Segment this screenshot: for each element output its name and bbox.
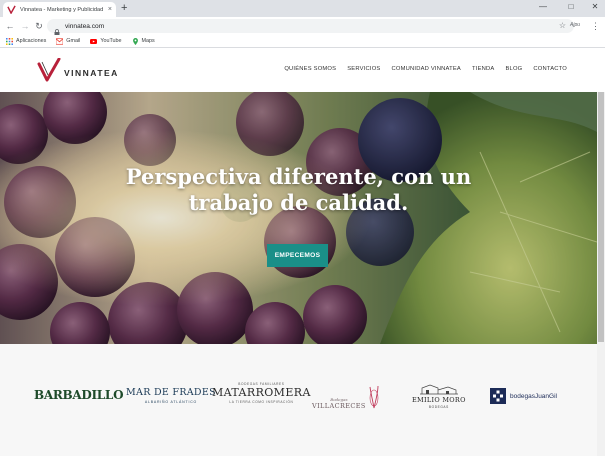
browser-tab-active[interactable]: Vinnatea - Marketing y Publicidad × [3, 2, 116, 17]
bookmark-youtube[interactable]: YouTube [90, 38, 122, 45]
hero-title-line-2: trabajo de calidad. [188, 190, 409, 215]
bookmarks-bar: Aplicaciones Gmail YouTube Maps [0, 35, 605, 48]
empecemos-button[interactable]: EMPECEMOS [267, 244, 328, 267]
bookmark-label: YouTube [100, 38, 122, 44]
bookmark-gmail[interactable]: Gmail [56, 37, 81, 45]
client-name: BARBADILLO [34, 388, 124, 402]
minimize-icon[interactable]: — [533, 1, 553, 13]
client-tagline: BODEGAS [428, 405, 449, 409]
client-name: bodegasJuanGil [510, 392, 557, 400]
website-viewport: VINNATEA QUIÉNES SOMOS SERVICIOS COMUNID… [0, 48, 605, 456]
lock-icon [54, 23, 60, 36]
juan-gil-square-icon [490, 388, 506, 404]
hero-title-line-1: Perspectiva diferente, con un [125, 164, 472, 189]
client-name: MATARROMERA [212, 386, 311, 399]
villacreces-wordmark: Bodegas VILLACRECES [312, 397, 366, 410]
vinnatea-v-mark-icon [37, 58, 61, 82]
nav-comunidad-vinnatea[interactable]: COMUNIDAD VINNATEA [391, 66, 461, 72]
page-scrollbar[interactable] [597, 92, 605, 456]
nav-servicios[interactable]: SERVICIOS [347, 66, 380, 72]
site-header: VINNATEA QUIÉNES SOMOS SERVICIOS COMUNID… [0, 48, 605, 92]
client-logo-juan-gil: bodegasJuanGil [490, 388, 557, 404]
client-name: EMILIO MORO [412, 396, 466, 404]
hero-title: Perspectiva diferente, con un trabajo de… [0, 164, 597, 216]
tab-close-icon[interactable]: × [108, 6, 112, 13]
client-logo-emilio-moro: EMILIO MORO BODEGAS [412, 382, 466, 409]
bookmark-maps[interactable]: Maps [132, 37, 155, 45]
client-tagline: ALBARIÑO ATLÁNTICO [144, 400, 198, 404]
new-tab-button[interactable]: + [121, 2, 127, 14]
grapes-hero-image [0, 92, 597, 344]
url-text: vinnatea.com [65, 22, 105, 30]
client-name: MAR DE FRADES [126, 387, 216, 398]
browser-tab-strip: Vinnatea - Marketing y Publicidad × + — … [0, 0, 605, 17]
gmail-icon [56, 37, 64, 45]
scrollbar-thumb[interactable] [598, 92, 604, 342]
back-arrow-icon[interactable]: ← [4, 20, 16, 32]
nav-blog[interactable]: BLOG [505, 66, 522, 72]
bookmark-label: Gmail [66, 38, 81, 44]
client-tagline: LA TIERRA COMO INSPIRACIÓN [229, 400, 294, 404]
client-logos-section: BARBADILLO MAR DE FRADES ALBARIÑO ATLÁNT… [0, 344, 597, 456]
reload-icon[interactable]: ↻ [33, 20, 45, 32]
tab-title: Vinnatea - Marketing y Publicidad [20, 6, 104, 13]
villacreces-v-icon [369, 385, 379, 409]
client-logo-villacreces: Bodegas VILLACRECES [312, 384, 380, 410]
bookmark-aplicaciones[interactable]: Aplicaciones [6, 37, 47, 45]
nav-contacto[interactable]: CONTACTO [533, 66, 567, 72]
main-navigation: QUIÉNES SOMOS SERVICIOS COMUNIDAD VINNAT… [284, 66, 567, 72]
nav-quienes-somos[interactable]: QUIÉNES SOMOS [284, 66, 336, 72]
browser-toolbar: ← → ↻ vinnatea.com ☆ Ajpu ⋮ [0, 17, 605, 36]
maps-icon [132, 37, 138, 45]
client-logo-mar-de-frades: MAR DE FRADES ALBARIÑO ATLÁNTICO [126, 387, 216, 404]
vinnatea-favicon-icon [7, 5, 16, 14]
bookmark-label: Aplicaciones [16, 38, 47, 44]
profile-button[interactable]: Ajpu [570, 22, 580, 28]
forward-arrow-icon[interactable]: → [19, 20, 31, 32]
winery-building-icon [419, 384, 458, 395]
logo-text: VINNATEA [64, 68, 119, 78]
vinnatea-logo[interactable]: VINNATEA [36, 58, 119, 82]
client-name: VILLACRECES [312, 402, 366, 410]
client-logo-matarromera: BODEGAS FAMILIARES MATARROMERA LA TIERRA… [212, 382, 311, 404]
apps-grid-icon [6, 37, 13, 45]
client-logo-barbadillo: BARBADILLO [34, 388, 124, 402]
hero-banner: Perspectiva diferente, con un trabajo de… [0, 92, 597, 344]
nav-tienda[interactable]: TIENDA [472, 66, 494, 72]
kebab-menu-icon[interactable]: ⋮ [591, 20, 600, 32]
maximize-icon[interactable]: □ [561, 1, 581, 13]
youtube-icon [90, 38, 98, 44]
bookmark-label: Maps [141, 38, 155, 44]
bookmark-star-icon[interactable]: ☆ [559, 19, 566, 33]
close-window-icon[interactable]: ✕ [585, 1, 605, 13]
address-bar[interactable]: vinnatea.com ☆ [47, 19, 574, 36]
